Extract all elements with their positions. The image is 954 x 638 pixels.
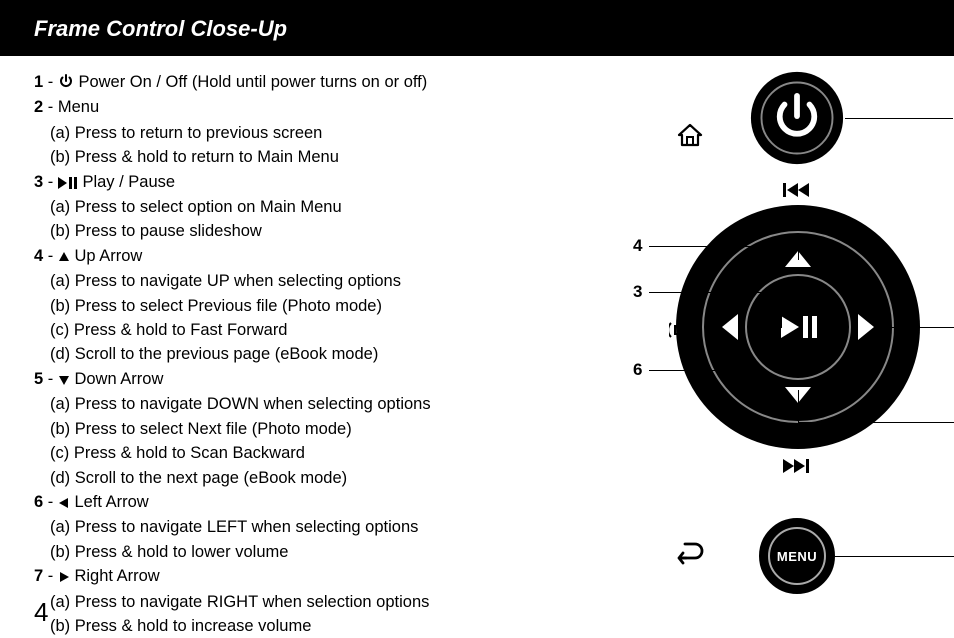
description-list: 1 - Power On / Off (Hold until power tur… [34, 70, 544, 638]
page-title: Frame Control Close-Up [34, 16, 287, 41]
item-3-sub: (b) Press to pause slideshow [34, 219, 544, 243]
item-5-sub: (c) Press & hold to Scan Backward [34, 441, 544, 465]
item-1: 1 - Power On / Off (Hold until power tur… [34, 70, 544, 94]
back-icon [677, 542, 705, 571]
item-3-sub: (a) Press to select option on Main Menu [34, 195, 544, 219]
item-5-sub: (a) Press to navigate DOWN when selectin… [34, 392, 544, 416]
item-4-sub: (c) Press & hold to Fast Forward [34, 318, 544, 342]
item-2: 2 - Menu [34, 95, 544, 119]
item-5-sub: (d) Scroll to the next page (eBook mode) [34, 466, 544, 490]
menu-button: MENU [759, 518, 835, 594]
item-4: 4 - Up Arrow [34, 244, 544, 268]
skip-back-icon [783, 182, 813, 203]
skip-forward-icon [783, 458, 813, 479]
item-4-sub: (b) Press to select Previous file (Photo… [34, 294, 544, 318]
item-2-sub: (a) Press to return to previous screen [34, 121, 544, 145]
callout-6: 6 [633, 360, 642, 380]
menu-button-label: MENU [777, 549, 817, 564]
item-6-sub: (b) Press & hold to lower volume [34, 540, 544, 564]
item-2-sub: (b) Press & hold to return to Main Menu [34, 145, 544, 169]
item-7-sub: (a) Press to navigate RIGHT when selecti… [34, 590, 544, 614]
power-button [749, 70, 845, 166]
item-5: 5 - Down Arrow [34, 367, 544, 391]
callout-4: 4 [633, 236, 642, 256]
item-4-sub: (a) Press to navigate UP when selecting … [34, 269, 544, 293]
item-3: 3 - Play / Pause [34, 170, 544, 194]
item-6-sub: (a) Press to navigate LEFT when selectin… [34, 515, 544, 539]
callout-3: 3 [633, 282, 642, 302]
item-6: 6 - Left Arrow [34, 490, 544, 514]
item-4-sub: (d) Scroll to the previous page (eBook m… [34, 342, 544, 366]
diagram-area: MENU [544, 70, 920, 638]
item-5-sub: (b) Press to select Next file (Photo mod… [34, 417, 544, 441]
page-number: 4 [34, 597, 48, 628]
page-header: Frame Control Close-Up [0, 0, 954, 56]
speaker-icon [669, 316, 703, 349]
item-7: 7 - Right Arrow [34, 564, 544, 588]
home-icon [677, 122, 703, 153]
item-7-sub: (b) Press & hold to increase volume [34, 614, 544, 638]
